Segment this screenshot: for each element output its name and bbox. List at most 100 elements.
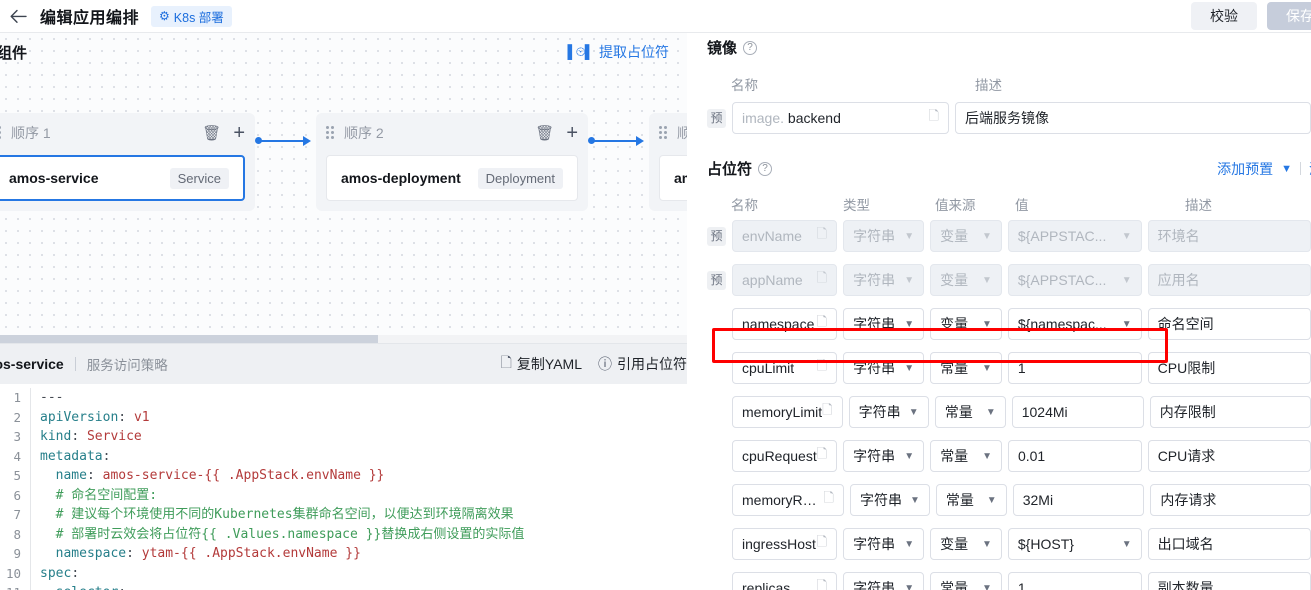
add-preset-button[interactable]: 添加预置 (1217, 159, 1273, 179)
divider (1300, 162, 1301, 175)
preset-badge: 预 (707, 226, 726, 246)
placeholder-name-input[interactable]: cpuRequest 🗋 (732, 440, 838, 472)
verify-button[interactable]: 校验 (1191, 2, 1257, 30)
chevron-down-icon[interactable]: ▼ (982, 539, 992, 550)
placeholder-desc-input[interactable]: 内存请求 (1150, 484, 1311, 516)
placeholder-value-input[interactable]: 0.01 (1007, 440, 1142, 472)
stage-card[interactable]: 顺序 2 🗑 + amos-deployment Deployment (316, 113, 588, 211)
question-circle-icon[interactable]: ? (743, 40, 758, 55)
copy-icon[interactable]: 🗋 (817, 357, 827, 379)
placeholder-name-input[interactable]: memoryReque🗋 (732, 484, 844, 516)
back-button[interactable] (0, 0, 36, 33)
image-desc-input[interactable]: 后端服务镜像 (954, 102, 1311, 134)
placeholder-source-select[interactable]: 常量 ▼ (934, 396, 1006, 428)
placeholder-desc-input[interactable]: CPU请求 (1147, 440, 1311, 472)
placeholder-value-input[interactable]: ${namespac... ▼ (1007, 308, 1142, 340)
copy-icon[interactable]: 🗋 (817, 533, 827, 555)
stage-card[interactable]: 顺序 3 🗑 + amos-i (649, 113, 687, 211)
plus-icon[interactable]: + (233, 123, 245, 143)
placeholder-desc-input[interactable]: 出口域名 (1147, 528, 1311, 560)
stage-header: 顺序 2 🗑 + (326, 121, 578, 145)
placeholder-value-input[interactable]: 1024Mi (1011, 396, 1144, 428)
copy-icon[interactable]: 🗋 (817, 577, 827, 590)
component-card[interactable]: amos-deployment Deployment (326, 155, 578, 201)
image-name-input[interactable]: image. backend 🗋 (732, 102, 949, 134)
canvas-hscrollbar[interactable] (0, 335, 687, 343)
placeholder-type-select[interactable]: 字符串 ▼ (843, 352, 925, 384)
placeholder-source-select-value: 常量 (940, 360, 969, 376)
k8s-deploy-tag[interactable]: ⚙ K8s 部署 (151, 5, 232, 27)
question-circle-icon[interactable]: ? (758, 161, 773, 176)
plus-icon[interactable]: + (566, 123, 578, 143)
placeholder-name-input[interactable]: namespace 🗋 (732, 308, 838, 340)
placeholder-value-input[interactable]: 1 (1007, 572, 1142, 590)
copy-icon[interactable]: 🗋 (929, 107, 939, 129)
placeholder-desc-input[interactable]: 副本数量 (1147, 572, 1311, 590)
placeholder-name-input[interactable]: replicas 🗋 (732, 572, 838, 590)
code-text: metadata: (40, 448, 111, 464)
chevron-down-icon[interactable]: ▼ (904, 539, 914, 550)
drag-handle-icon[interactable] (659, 126, 669, 140)
copy-icon[interactable]: 🗋 (824, 489, 834, 511)
placeholder-source-select[interactable]: 常量 ▼ (930, 440, 1002, 472)
placeholder-source-select[interactable]: 变量 ▼ (930, 528, 1002, 560)
chevron-down-icon[interactable]: ▼ (986, 407, 996, 418)
placeholder-name-input[interactable]: ingressHost 🗋 (732, 528, 838, 560)
canvas-hscrollbar-thumb[interactable] (0, 335, 378, 343)
chevron-down-icon[interactable]: ▼ (904, 451, 914, 462)
placeholder-name-input-value: memoryReque (742, 492, 824, 508)
placeholder-name-input[interactable]: cpuLimit 🗋 (732, 352, 838, 384)
code-text: --- (40, 390, 64, 405)
chevron-down-icon[interactable]: ▼ (910, 495, 920, 506)
placeholder-source-select[interactable]: 常量 ▼ (930, 352, 1002, 384)
copy-yaml-button[interactable]: 🗋 复制YAML (501, 352, 582, 376)
placeholder-desc-input[interactable]: 命名空间 (1147, 308, 1311, 340)
component-name: amos-service (9, 170, 99, 186)
chevron-down-icon[interactable]: ▼ (1281, 163, 1292, 175)
placeholder-type-select-value: 字符串 (853, 580, 896, 590)
chevron-down-icon[interactable]: ▼ (982, 583, 992, 590)
save-button[interactable]: 保存 (1267, 2, 1311, 30)
chevron-down-icon[interactable]: ▼ (987, 495, 997, 506)
placeholder-value-input[interactable]: 32Mi (1012, 484, 1145, 516)
component-card[interactable]: amos-service Service (0, 155, 245, 201)
chevron-down-icon[interactable]: ▼ (982, 363, 992, 374)
placeholder-desc-input[interactable]: CPU限制 (1147, 352, 1311, 384)
stage-card[interactable]: 顺序 1 🗑 + amos-service Service (0, 113, 255, 211)
chevron-down-icon[interactable]: ▼ (904, 583, 914, 590)
trash-icon[interactable]: 🗑 (535, 126, 554, 141)
trash-icon[interactable]: 🗑 (202, 126, 221, 141)
placeholder-source-select[interactable]: 常量 ▼ (935, 484, 1007, 516)
placeholder-source-select[interactable]: 常量 ▼ (930, 572, 1002, 590)
copy-icon[interactable]: 🗋 (817, 313, 827, 335)
chevron-down-icon[interactable]: ▼ (1122, 539, 1132, 550)
placeholder-type-select[interactable]: 字符串 ▼ (843, 308, 925, 340)
drag-handle-icon[interactable] (0, 126, 3, 140)
placeholder-type-select-value: 字符串 (853, 316, 896, 332)
chevron-down-icon[interactable]: ▼ (982, 451, 992, 462)
placeholder-type-select[interactable]: 字符串 ▼ (850, 484, 930, 516)
placeholder-value-input[interactable]: 1 (1007, 352, 1142, 384)
extract-placeholder-button[interactable]: ▌⏲▌ 提取占位符 (567, 42, 669, 62)
placeholder-type-select[interactable]: 字符串 ▼ (848, 396, 929, 428)
placeholder-type-select[interactable]: 字符串 ▼ (843, 528, 925, 560)
placeholder-source-select-value: 变量 (940, 316, 969, 332)
code-line: 5 name: amos-service-{{ .AppStack.envNam… (0, 466, 687, 486)
placeholder-source-select[interactable]: 变量 ▼ (930, 308, 1002, 340)
placeholder-type-select[interactable]: 字符串 ▼ (843, 440, 925, 472)
chevron-down-icon[interactable]: ▼ (1122, 319, 1132, 330)
chevron-down-icon[interactable]: ▼ (982, 319, 992, 330)
copy-icon[interactable]: 🗋 (817, 445, 827, 467)
placeholder-type-select[interactable]: 字符串 ▼ (843, 572, 925, 590)
component-card[interactable]: amos-i (659, 155, 687, 201)
placeholder-desc-input[interactable]: 内存限制 (1149, 396, 1311, 428)
copy-icon[interactable]: 🗋 (822, 401, 832, 423)
placeholder-name-input[interactable]: memoryLimit 🗋 (732, 396, 843, 428)
yaml-code-editor[interactable]: 1 --- 2 apiVersion: v1 3 kind: Service 4 metada… (0, 384, 687, 590)
placeholder-value-input[interactable]: ${HOST} ▼ (1007, 528, 1142, 560)
chevron-down-icon[interactable]: ▼ (904, 319, 914, 330)
reference-placeholder-button[interactable]: ⓘ 引用占位符 (598, 354, 687, 374)
chevron-down-icon[interactable]: ▼ (904, 363, 914, 374)
drag-handle-icon[interactable] (326, 126, 336, 140)
chevron-down-icon[interactable]: ▼ (909, 407, 919, 418)
